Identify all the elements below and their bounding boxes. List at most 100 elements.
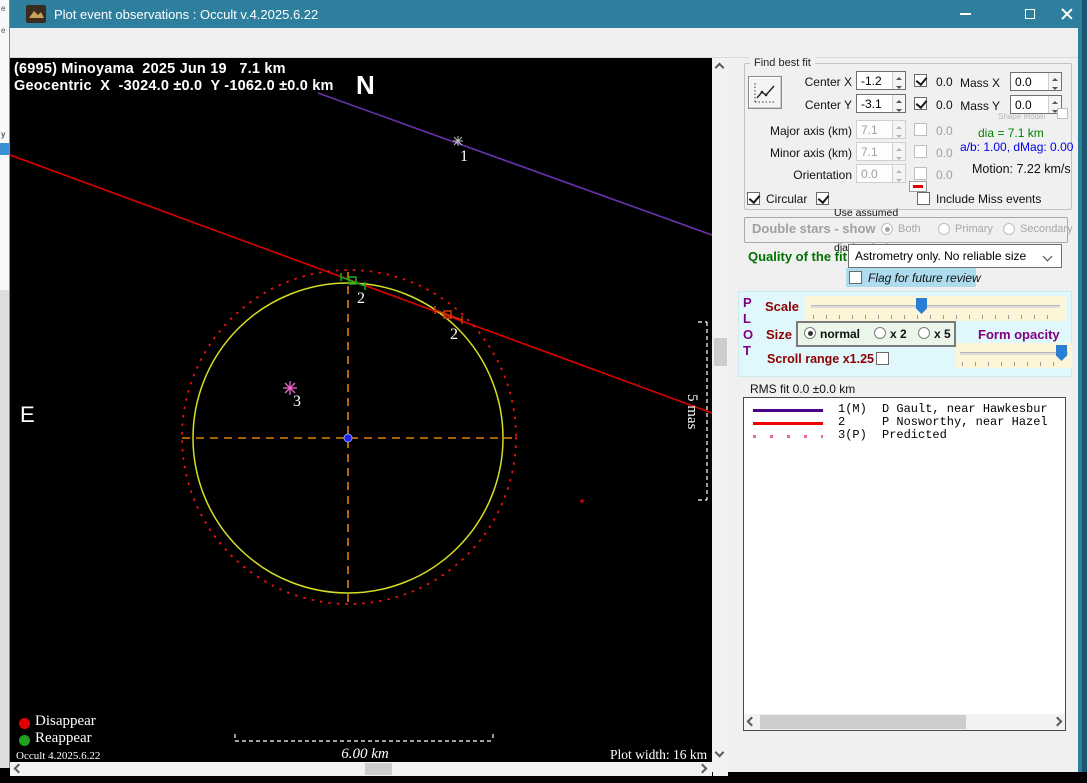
double-primary-radio[interactable] — [938, 223, 950, 235]
disappear-dot-icon — [19, 718, 30, 729]
plot-letter-l: L — [743, 311, 751, 326]
point2-reappear-label: 2 — [357, 290, 365, 307]
plot-canvas[interactable]: (6995) Minoyama 2025 Jun 19 7.1 km Geoce… — [10, 58, 712, 762]
center-x-checkbox[interactable] — [914, 74, 927, 87]
entry1-text[interactable]: 1(M)D Gault, near Hawkesbur — [838, 402, 1048, 416]
quality-label: Quality of the fit — [748, 249, 847, 264]
minimize-button[interactable] — [948, 0, 982, 28]
double-both-label: Both — [898, 223, 921, 235]
flag-review-checkbox[interactable] — [849, 271, 862, 284]
use-assumed-checkbox[interactable] — [816, 192, 829, 205]
listbox-hscrollbar[interactable] — [744, 714, 1065, 730]
title-bar: Plot event observations : Occult v.4.202… — [10, 0, 1087, 28]
minor-axis-value: 7.1 — [861, 145, 878, 159]
center-y-input[interactable]: -3.1 — [856, 94, 906, 113]
mass-y-value: 0.0 — [1015, 98, 1032, 112]
background-text-fragment: e — [1, 4, 5, 13]
plot-hscroll-thumb[interactable] — [365, 763, 392, 775]
center-x-input[interactable]: -1.2 — [856, 71, 906, 90]
legend-disappear: Disappear — [35, 713, 96, 730]
plot-letter-o: O — [743, 327, 753, 342]
maximize-icon — [1025, 9, 1035, 19]
plot-vertical-scrollbar[interactable] — [713, 58, 728, 762]
background-window: e e y — [0, 0, 10, 768]
center-y-spinner[interactable] — [892, 95, 905, 112]
listbox-scroll-left-icon[interactable] — [747, 717, 757, 727]
minus-icon — [913, 185, 923, 188]
major-axis-label: Major axis (km) — [742, 124, 852, 138]
size-x2-label: x 2 — [890, 327, 907, 341]
mass-x-label: Mass X — [960, 76, 1000, 90]
size-label: Size — [766, 327, 792, 342]
scroll-range-checkbox[interactable] — [876, 352, 889, 365]
entry1-name: D Gault, near Hawkesbur — [882, 402, 1048, 416]
form-opacity-thumb[interactable] — [1056, 345, 1067, 361]
scroll-down-icon[interactable] — [715, 748, 725, 758]
center-x-spinner[interactable] — [892, 72, 905, 89]
maximize-button[interactable] — [1013, 0, 1047, 28]
size-normal-radio[interactable] — [804, 327, 816, 339]
app-window: Plot event observations : Occult v.4.202… — [10, 0, 1087, 772]
size-x2-radio[interactable] — [874, 327, 886, 339]
predicted-chord-line — [318, 93, 712, 235]
circular-checkbox[interactable] — [747, 192, 760, 205]
double-stars-title: Double stars - show — [752, 221, 876, 236]
menu-bar: with Plot... Plot options... Help Keep f… — [10, 28, 1087, 58]
orientation-label: Orientation — [742, 168, 852, 182]
entry3-text[interactable]: 3(P)Predicted — [838, 428, 947, 442]
include-miss-checkbox[interactable] — [917, 192, 930, 205]
entry1-id: 1(M) — [838, 402, 882, 416]
center-y-value: -3.1 — [861, 97, 882, 111]
form-opacity-track — [960, 352, 1068, 355]
scale-slider[interactable] — [805, 296, 1066, 321]
quality-select[interactable]: Astrometry only. No reliable size — [848, 244, 1062, 268]
desktop: e e y Plot event observations : Occult v… — [0, 0, 1087, 783]
background-selected-row — [0, 143, 10, 155]
listbox-hscroll-thumb[interactable] — [760, 715, 966, 729]
find-best-fit-legend: Find best fit — [750, 57, 815, 69]
plot-vscroll-thumb[interactable] — [714, 338, 727, 366]
entry2-line-sample — [753, 422, 823, 425]
reappear-marker — [341, 273, 365, 290]
entry1-line-sample — [753, 409, 823, 412]
center-y-checkbox[interactable] — [914, 97, 927, 110]
size-x5-label: x 5 — [934, 327, 951, 341]
major-axis-error: 0.0 — [936, 124, 953, 138]
orientation-error: 0.0 — [936, 168, 953, 182]
center-y-label: Center Y — [742, 98, 852, 112]
mass-x-spinner[interactable] — [1048, 73, 1061, 90]
plot-width-label: Plot width: 16 km — [610, 747, 707, 762]
scroll-range-label: Scroll range x1.25 — [767, 352, 874, 366]
quality-value: Astrometry only. No reliable size — [855, 249, 1026, 263]
scroll-right-icon[interactable] — [698, 764, 708, 774]
double-primary-label: Primary — [955, 223, 993, 235]
scale-bar — [235, 734, 493, 741]
size-x5-radio[interactable] — [918, 327, 930, 339]
app-icon — [26, 5, 46, 23]
shape-model-checkbox[interactable] — [1057, 108, 1068, 119]
scroll-left-icon[interactable] — [14, 764, 24, 774]
center-x-error: 0.0 — [936, 75, 953, 89]
plot-horizontal-scrollbar[interactable] — [10, 762, 712, 776]
scale-slider-ticks — [813, 315, 1059, 319]
observations-listbox[interactable]: 1(M)D Gault, near Hawkesbur 2P Nosworthy… — [743, 397, 1066, 731]
scroll-up-icon[interactable] — [715, 63, 725, 73]
scale-slider-thumb[interactable] — [916, 298, 927, 314]
entry2-name: P Nosworthy, near Hazel — [882, 415, 1048, 429]
double-both-radio[interactable] — [881, 223, 893, 235]
double-secondary-radio[interactable] — [1003, 223, 1015, 235]
plot-letter-p: P — [743, 295, 752, 310]
shape-model-label: Shape model — [998, 112, 1045, 121]
form-opacity-slider[interactable] — [956, 343, 1072, 368]
remove-event-button[interactable] — [909, 181, 927, 192]
disappear-marker — [435, 306, 462, 324]
listbox-scroll-right-icon[interactable] — [1053, 717, 1063, 727]
rms-fit-label: RMS fit 0.0 ±0.0 km — [750, 382, 855, 396]
scale-slider-track — [811, 305, 1060, 308]
entry3-name: Predicted — [882, 428, 947, 442]
mass-x-input[interactable]: 0.0 — [1010, 72, 1062, 91]
entry2-text[interactable]: 2P Nosworthy, near Hazel — [838, 415, 1048, 429]
mass-x-value: 0.0 — [1015, 75, 1032, 89]
double-secondary-label: Secondary — [1020, 223, 1073, 235]
minor-axis-checkbox — [914, 145, 927, 158]
